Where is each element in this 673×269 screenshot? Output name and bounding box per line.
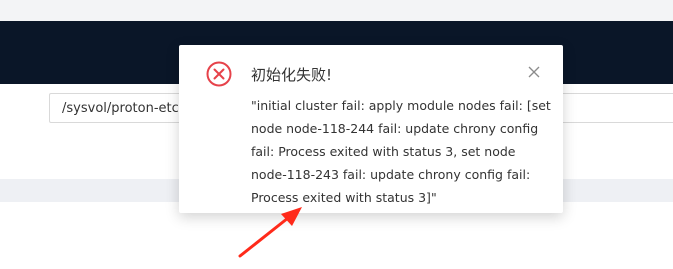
red-arrow-icon (238, 207, 302, 258)
notification-message: "initial cluster fail: apply module node… (251, 98, 551, 205)
top-strip (0, 0, 673, 21)
close-icon[interactable] (526, 64, 542, 80)
notification-title: 初始化失败! (251, 66, 333, 84)
close-circle-icon (206, 61, 232, 87)
error-notification: 初始化失败! "initial cluster fail: apply modu… (179, 45, 563, 213)
